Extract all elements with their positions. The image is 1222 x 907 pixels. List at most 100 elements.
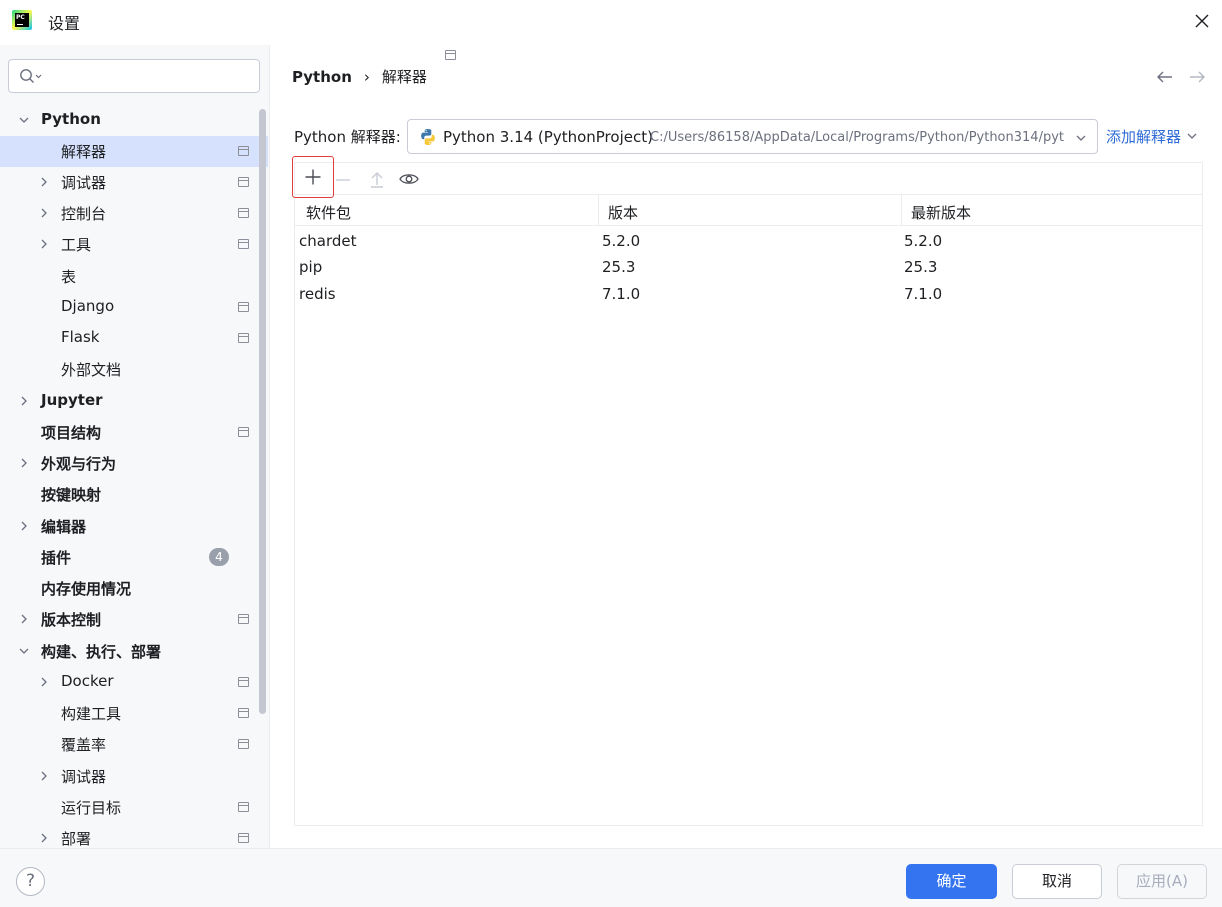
sidebar-item-外部文档[interactable]: 外部文档 xyxy=(0,354,268,385)
chevron-down-icon xyxy=(1076,135,1086,141)
sidebar-item-label: 构建、执行、部署 xyxy=(41,643,162,661)
sidebar-item-label: 表 xyxy=(61,268,77,286)
breadcrumb-root[interactable]: Python xyxy=(292,68,352,86)
sidebar-item-label: 外观与行为 xyxy=(41,455,117,473)
sidebar-item-调试器[interactable]: 调试器 xyxy=(0,761,268,792)
sidebar-item-调试器[interactable]: 调试器 xyxy=(0,167,268,198)
table-row[interactable]: redis 7.1.0 7.1.0 xyxy=(295,281,1202,308)
interpreter-path: C:/Users/86158/AppData/Local/Programs/Py… xyxy=(650,130,1065,145)
column-header-latest-version[interactable]: 最新版本 xyxy=(911,202,971,223)
sidebar-item-flask[interactable]: Flask xyxy=(0,323,268,354)
cancel-button[interactable]: 取消 xyxy=(1012,864,1102,899)
sidebar-item-构建工具[interactable]: 构建工具 xyxy=(0,698,268,729)
package-name: pip xyxy=(299,258,323,276)
back-button[interactable] xyxy=(1155,67,1175,87)
sidebar-item-docker[interactable]: Docker xyxy=(0,667,268,698)
project-scope-icon xyxy=(238,146,249,156)
sidebar-item-控制台[interactable]: 控制台 xyxy=(0,198,268,229)
chevron-right-icon[interactable] xyxy=(38,176,50,188)
arrow-right-icon xyxy=(1190,71,1205,83)
chevron-right-icon[interactable] xyxy=(38,238,50,250)
sidebar-item-编辑器[interactable]: 编辑器 xyxy=(0,511,268,542)
python-logo-icon xyxy=(421,129,435,145)
sidebar-item-构建、执行、部署[interactable]: 构建、执行、部署 xyxy=(0,636,268,667)
search-box[interactable] xyxy=(8,59,260,93)
sidebar-item-按键映射[interactable]: 按键映射 xyxy=(0,479,268,510)
table-row[interactable]: pip 25.3 25.3 xyxy=(295,254,1202,281)
project-scope-icon xyxy=(238,677,249,687)
chevron-right-icon[interactable] xyxy=(18,457,30,469)
sidebar-item-运行目标[interactable]: 运行目标 xyxy=(0,792,268,823)
breadcrumb-separator: › xyxy=(363,67,370,86)
sidebar-item-外观与行为[interactable]: 外观与行为 xyxy=(0,448,268,479)
search-input[interactable] xyxy=(49,64,249,88)
sidebar-scrollbar[interactable] xyxy=(259,109,266,714)
install-package-button[interactable] xyxy=(292,156,334,198)
sidebar-item-项目结构[interactable]: 项目结构 xyxy=(0,417,268,448)
ok-button[interactable]: 确定 xyxy=(906,864,997,899)
eye-icon[interactable] xyxy=(399,171,419,187)
project-scope-icon xyxy=(238,833,249,843)
project-scope-icon xyxy=(238,302,249,312)
plus-icon xyxy=(305,169,321,185)
sidebar-item-内存使用情况[interactable]: 内存使用情况 xyxy=(0,573,268,604)
sidebar-item-python[interactable]: Python xyxy=(0,105,268,136)
chevron-right-icon[interactable] xyxy=(18,395,30,407)
settings-sidebar: Python 解释器 调试器 控制台 工具表 Django Flask 外部文档 Jupyter… xyxy=(0,45,270,848)
column-header-package[interactable]: 软件包 xyxy=(306,202,351,223)
column-header-version[interactable]: 版本 xyxy=(608,202,638,223)
sidebar-item-label: 覆盖率 xyxy=(61,736,107,754)
sidebar-item-label: 部署 xyxy=(61,830,92,848)
interpreter-select[interactable]: Python 3.14 (PythonProject) C:/Users/861… xyxy=(407,119,1098,154)
interpreter-label: Python 解释器: xyxy=(294,128,401,146)
sidebar-item-工具[interactable]: 工具 xyxy=(0,229,268,260)
chevron-right-icon[interactable] xyxy=(38,207,50,219)
project-scope-icon xyxy=(238,708,249,718)
arrow-left-icon xyxy=(1157,71,1172,83)
column-divider[interactable] xyxy=(598,195,599,226)
project-scope-icon xyxy=(238,614,249,624)
sidebar-item-表[interactable]: 表 xyxy=(0,261,268,292)
sidebar-item-label: 工具 xyxy=(61,236,92,254)
package-version: 7.1.0 xyxy=(602,285,641,303)
sidebar-item-label: Docker xyxy=(61,672,114,690)
sidebar-item-插件[interactable]: 插件 4 xyxy=(0,542,268,573)
sidebar-item-部署[interactable]: 部署 xyxy=(0,823,268,848)
sidebar-item-jupyter[interactable]: Jupyter xyxy=(0,386,268,417)
apply-button[interactable]: 应用(A) xyxy=(1117,864,1207,899)
project-scope-icon xyxy=(238,802,249,812)
chevron-right-icon[interactable] xyxy=(38,832,50,844)
chevron-down-icon[interactable] xyxy=(18,114,30,126)
upgrade-icon[interactable] xyxy=(369,170,385,188)
sidebar-item-label: 调试器 xyxy=(61,174,107,192)
package-latest-version: 5.2.0 xyxy=(904,232,943,250)
minus-icon[interactable] xyxy=(335,172,351,188)
chevron-right-icon[interactable] xyxy=(18,520,30,532)
chevron-down-icon[interactable] xyxy=(18,645,30,657)
chevron-right-icon[interactable] xyxy=(18,613,30,625)
sidebar-item-label: Django xyxy=(61,297,115,315)
add-interpreter-link[interactable]: 添加解释器 xyxy=(1106,126,1181,147)
table-row[interactable]: chardet 5.2.0 5.2.0 xyxy=(295,228,1202,255)
chevron-right-icon[interactable] xyxy=(38,770,50,782)
title-bar: PC 设置 xyxy=(0,0,1222,42)
sidebar-item-label: 内存使用情况 xyxy=(41,580,132,598)
sidebar-item-label: 运行目标 xyxy=(61,799,122,817)
help-button[interactable]: ? xyxy=(16,867,45,896)
package-name: redis xyxy=(299,285,336,303)
forward-button[interactable] xyxy=(1187,67,1207,87)
project-scope-icon xyxy=(238,739,249,749)
add-interpreter-chevron-icon[interactable] xyxy=(1186,130,1198,142)
project-scope-icon xyxy=(238,427,249,437)
column-divider[interactable] xyxy=(901,195,902,226)
sidebar-item-覆盖率[interactable]: 覆盖率 xyxy=(0,729,268,760)
sidebar-item-解释器[interactable]: 解释器 xyxy=(0,136,268,167)
close-button[interactable] xyxy=(1188,7,1216,35)
window-title: 设置 xyxy=(48,14,81,33)
sidebar-item-版本控制[interactable]: 版本控制 xyxy=(0,604,268,635)
interpreter-name: Python 3.14 (PythonProject) xyxy=(443,128,653,146)
sidebar-item-django[interactable]: Django xyxy=(0,292,268,323)
sidebar-item-label: 插件 xyxy=(41,549,72,567)
package-name: chardet xyxy=(299,232,357,250)
chevron-right-icon[interactable] xyxy=(38,676,50,688)
